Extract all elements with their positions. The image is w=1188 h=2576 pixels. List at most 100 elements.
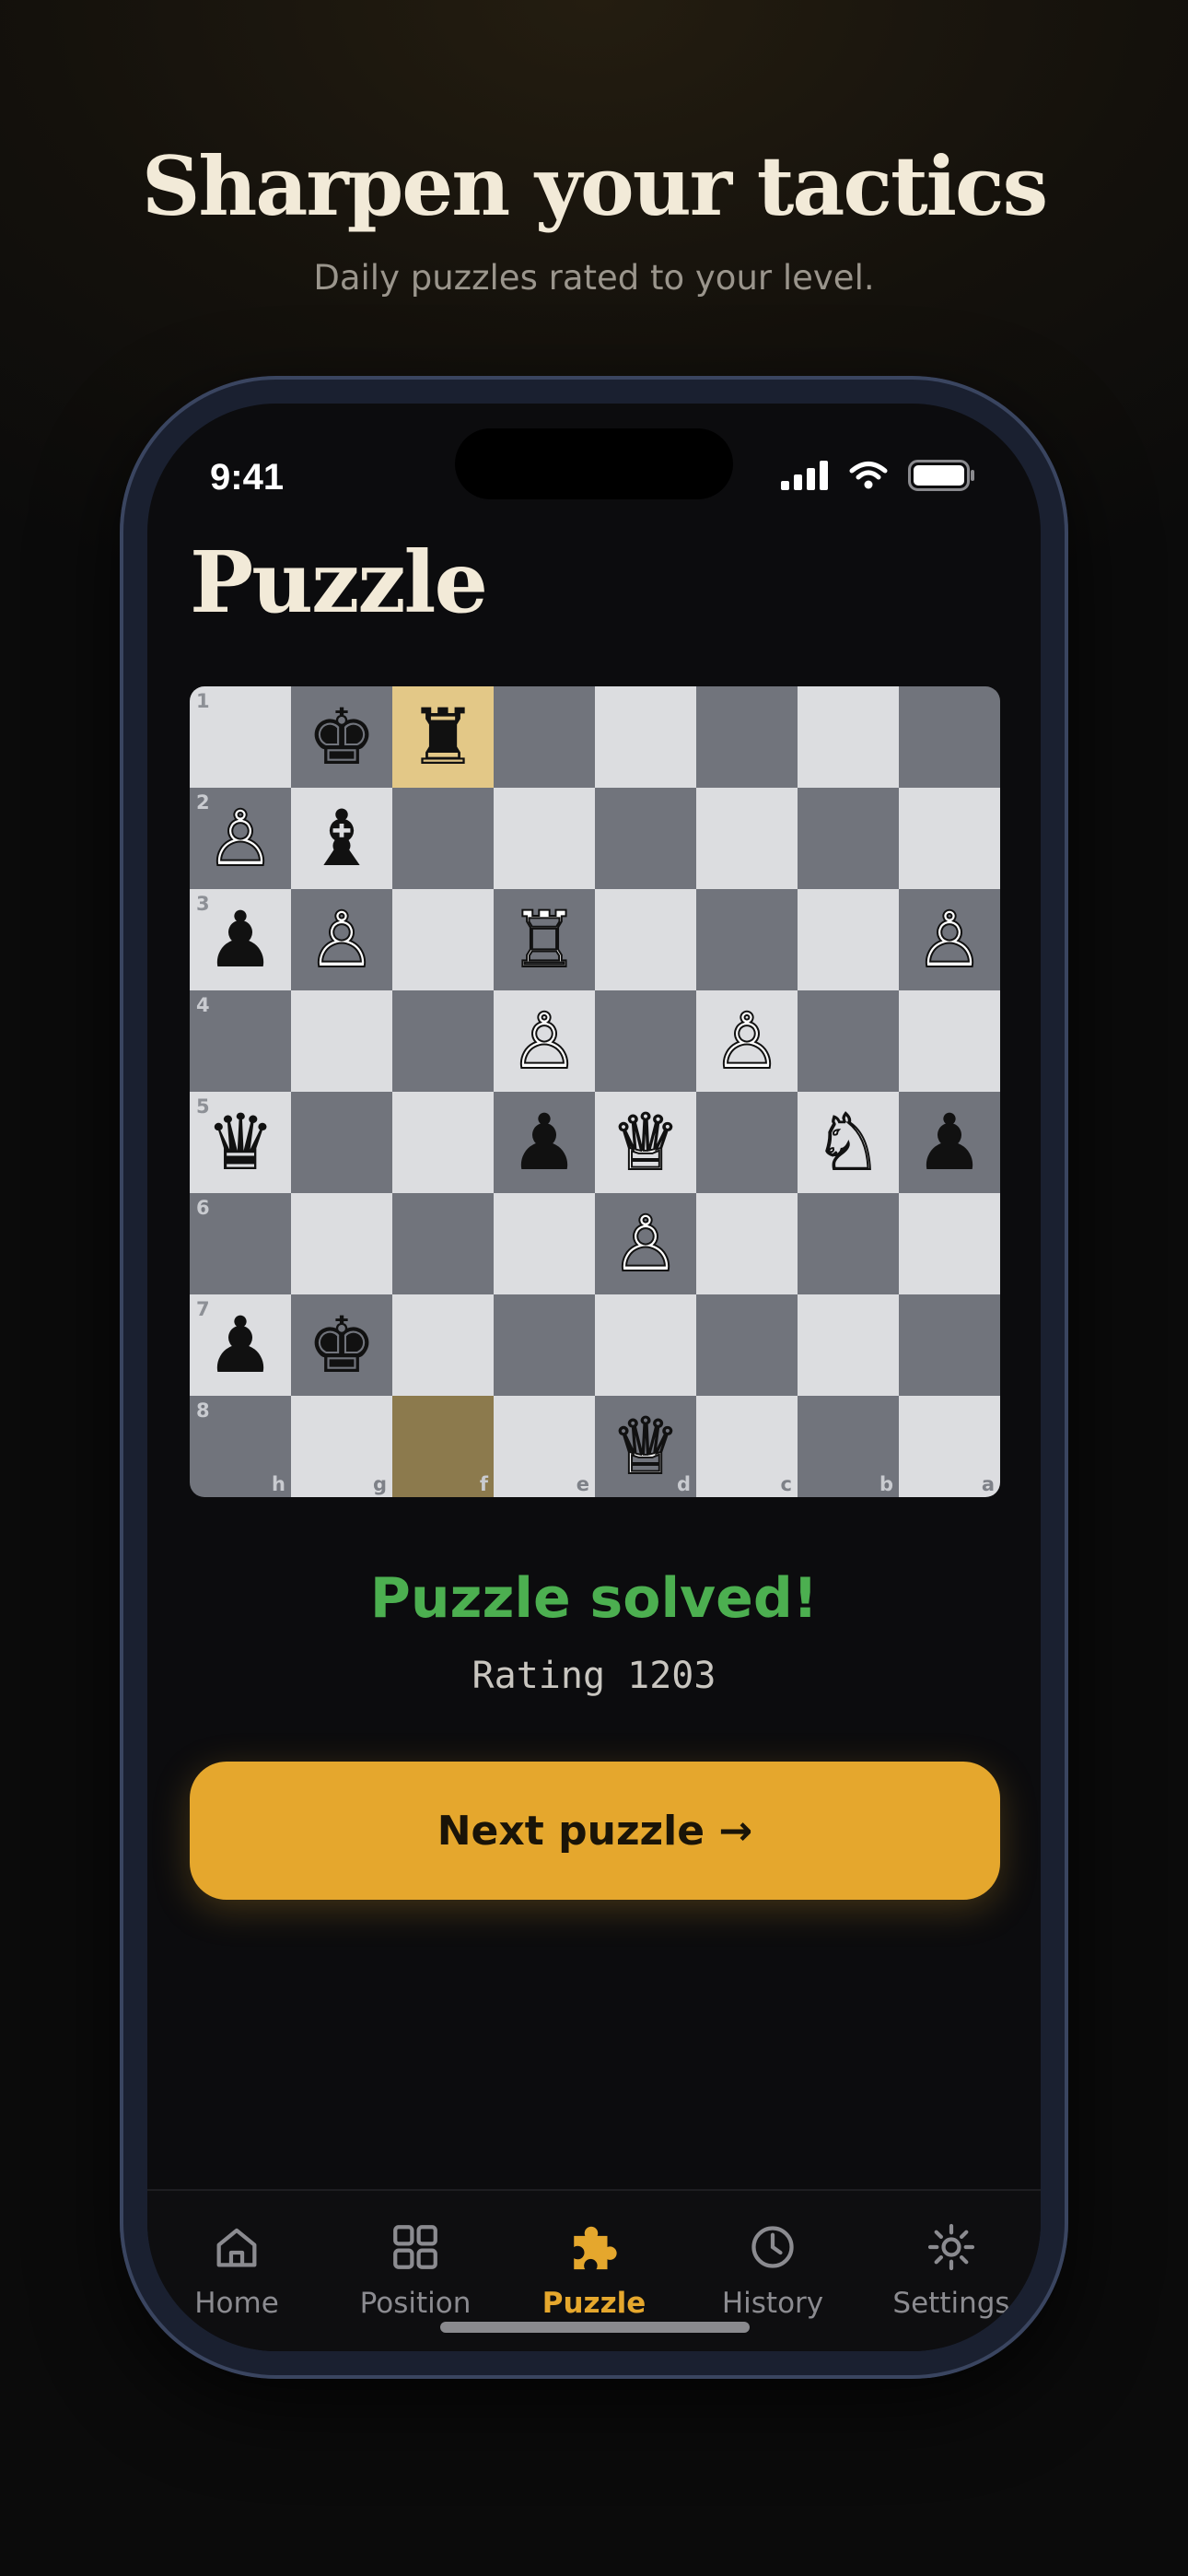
square-c8[interactable]: c	[696, 1396, 798, 1497]
rank-label: 2	[196, 791, 210, 814]
square-f5[interactable]	[392, 1092, 494, 1193]
square-e6[interactable]	[494, 1193, 595, 1294]
square-e2[interactable]	[494, 788, 595, 889]
home-icon	[216, 2228, 257, 2267]
square-c7[interactable]	[696, 1294, 798, 1396]
square-d7[interactable]	[595, 1294, 696, 1396]
square-e7[interactable]	[494, 1294, 595, 1396]
square-e5[interactable]: ♟	[494, 1092, 595, 1193]
square-a8[interactable]: a	[899, 1396, 1000, 1497]
square-e3[interactable]: ♖	[494, 889, 595, 990]
square-b6[interactable]	[798, 1193, 899, 1294]
square-d1[interactable]	[595, 686, 696, 788]
square-g5[interactable]	[291, 1092, 392, 1193]
square-a2[interactable]	[899, 788, 1000, 889]
square-f8[interactable]: f	[392, 1396, 494, 1497]
black-rook-piece[interactable]: ♜	[408, 698, 477, 776]
white-pawn-piece[interactable]: ♙	[204, 799, 275, 878]
white-knight-piece[interactable]: ♘	[812, 1103, 883, 1182]
square-h8[interactable]: 8h	[190, 1396, 291, 1497]
square-a4[interactable]	[899, 990, 1000, 1092]
square-g2[interactable]: ♝	[291, 788, 392, 889]
square-g7[interactable]: ♚	[291, 1294, 392, 1396]
square-c5[interactable]	[696, 1092, 798, 1193]
square-a6[interactable]	[899, 1193, 1000, 1294]
white-queen-piece[interactable]: ♕	[610, 1407, 681, 1486]
square-h5[interactable]: 5 ♛	[190, 1092, 291, 1193]
chess-board[interactable]: 1 ♚ ♜ 2 ♙ ♝ 3 ♟ ♙ ♖ ♙ 4 ♙ ♙ 5 ♛ ♟ ♕ ♘ ♟ 6 ♙ 7 ♟ ♚ 8 h g f e d ♕ c b a	[190, 686, 1000, 1497]
black-pawn-piece[interactable]: ♟	[205, 901, 274, 978]
square-f2[interactable]	[392, 788, 494, 889]
status-icons	[781, 457, 976, 494]
square-f6[interactable]	[392, 1193, 494, 1294]
white-pawn-piece[interactable]: ♙	[711, 1001, 782, 1081]
square-h6[interactable]: 6	[190, 1193, 291, 1294]
square-b8[interactable]: b	[798, 1396, 899, 1497]
square-h3[interactable]: 3 ♟	[190, 889, 291, 990]
square-b3[interactable]	[798, 889, 899, 990]
square-d2[interactable]	[595, 788, 696, 889]
black-king-piece[interactable]: ♚	[307, 698, 376, 776]
white-pawn-piece[interactable]: ♙	[610, 1204, 681, 1283]
marketing-headline: Sharpen your tactics	[141, 138, 1048, 234]
gear-icon	[927, 2223, 975, 2271]
black-queen-piece[interactable]: ♛	[205, 1104, 274, 1181]
square-g3[interactable]: ♙	[291, 889, 392, 990]
square-a5[interactable]: ♟	[899, 1092, 1000, 1193]
square-b7[interactable]	[798, 1294, 899, 1396]
square-e4[interactable]: ♙	[494, 990, 595, 1092]
square-g6[interactable]	[291, 1193, 392, 1294]
square-d4[interactable]	[595, 990, 696, 1092]
square-a3[interactable]: ♙	[899, 889, 1000, 990]
tab-home[interactable]: Home	[147, 2191, 326, 2351]
square-g1[interactable]: ♚	[291, 686, 392, 788]
square-b1[interactable]	[798, 686, 899, 788]
square-e8[interactable]: e	[494, 1396, 595, 1497]
square-b2[interactable]	[798, 788, 899, 889]
square-c4[interactable]: ♙	[696, 990, 798, 1092]
black-pawn-piece[interactable]: ♟	[509, 1104, 578, 1181]
tab-settings[interactable]: Settings	[862, 2191, 1041, 2351]
square-d6[interactable]: ♙	[595, 1193, 696, 1294]
square-a7[interactable]	[899, 1294, 1000, 1396]
square-d8[interactable]: d ♕	[595, 1396, 696, 1497]
square-b4[interactable]	[798, 990, 899, 1092]
square-c6[interactable]	[696, 1193, 798, 1294]
square-f7[interactable]	[392, 1294, 494, 1396]
puzzle-rating: Rating 1203	[472, 1655, 716, 1697]
square-c3[interactable]	[696, 889, 798, 990]
square-g8[interactable]: g	[291, 1396, 392, 1497]
file-label: h	[272, 1473, 285, 1495]
file-label: g	[372, 1473, 387, 1495]
square-h4[interactable]: 4	[190, 990, 291, 1092]
white-rook-piece[interactable]: ♖	[508, 900, 579, 979]
square-g4[interactable]	[291, 990, 392, 1092]
square-h1[interactable]: 1	[190, 686, 291, 788]
black-king-piece[interactable]: ♚	[307, 1306, 376, 1384]
rank-label: 3	[196, 893, 210, 915]
marketing-subheadline: Daily puzzles rated to your level.	[313, 258, 875, 298]
square-f4[interactable]	[392, 990, 494, 1092]
square-f3[interactable]	[392, 889, 494, 990]
square-a1[interactable]	[899, 686, 1000, 788]
black-bishop-piece[interactable]: ♝	[307, 800, 376, 877]
square-h2[interactable]: 2 ♙	[190, 788, 291, 889]
square-e1[interactable]	[494, 686, 595, 788]
white-pawn-piece[interactable]: ♙	[306, 900, 377, 979]
puzzle-status: Puzzle solved!	[369, 1566, 819, 1631]
square-f1[interactable]: ♜	[392, 686, 494, 788]
square-c2[interactable]	[696, 788, 798, 889]
square-b5[interactable]: ♘	[798, 1092, 899, 1193]
file-label: a	[981, 1473, 995, 1495]
black-pawn-piece[interactable]: ♟	[205, 1306, 274, 1384]
white-pawn-piece[interactable]: ♙	[914, 900, 984, 979]
white-pawn-piece[interactable]: ♙	[508, 1001, 579, 1081]
next-puzzle-button[interactable]: Next puzzle →	[190, 1762, 1000, 1900]
square-d3[interactable]	[595, 889, 696, 990]
square-h7[interactable]: 7 ♟	[190, 1294, 291, 1396]
tab-history-label: History	[721, 2287, 824, 2320]
white-queen-piece[interactable]: ♕	[610, 1103, 681, 1182]
square-c1[interactable]	[696, 686, 798, 788]
square-d5[interactable]: ♕	[595, 1092, 696, 1193]
black-pawn-piece[interactable]: ♟	[914, 1104, 984, 1181]
